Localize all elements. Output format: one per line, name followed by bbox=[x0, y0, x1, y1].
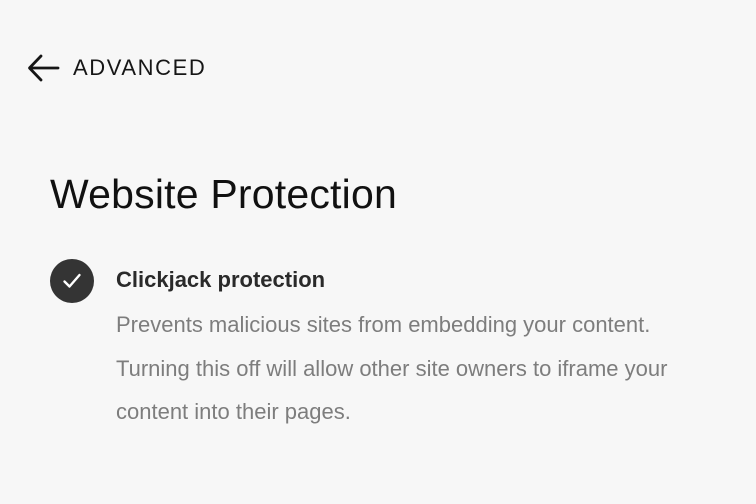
back-label[interactable]: ADVANCED bbox=[73, 55, 206, 81]
setting-title: Clickjack protection bbox=[116, 267, 326, 292]
clickjack-protection-setting: Clickjack protection Prevents malicious … bbox=[50, 258, 710, 434]
setting-text: Clickjack protection Prevents malicious … bbox=[116, 258, 706, 434]
back-button[interactable]: ADVANCED bbox=[26, 50, 206, 86]
page-title: Website Protection bbox=[50, 171, 397, 217]
arrow-left-icon[interactable] bbox=[26, 53, 60, 83]
clickjack-protection-checkbox[interactable] bbox=[50, 259, 94, 303]
setting-description: Prevents malicious sites from embedding … bbox=[116, 312, 668, 424]
checkmark-icon bbox=[63, 273, 81, 288]
